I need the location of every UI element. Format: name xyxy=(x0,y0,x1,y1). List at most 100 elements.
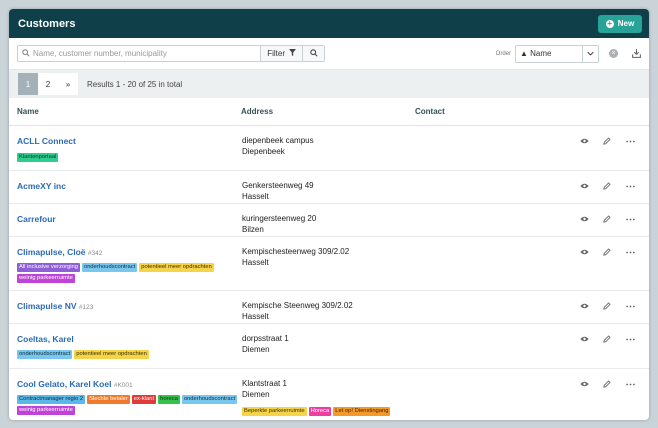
row-actions xyxy=(579,247,635,257)
address-tag-badge: Beperkte parkeerruimte xyxy=(242,407,307,416)
edit-pencil-icon[interactable] xyxy=(602,379,612,389)
more-dots-icon[interactable] xyxy=(625,214,635,224)
tag-badge: potentieel meer opdrachten xyxy=(74,350,149,359)
tag-badge: weinig parkeerruimte xyxy=(17,274,75,283)
customer-name: ACLL Connect xyxy=(17,136,76,146)
customer-name-link[interactable]: Carrefour xyxy=(17,214,56,224)
row-actions xyxy=(579,379,635,389)
customer-address: diepenbeek campus Diepenbeek xyxy=(242,136,314,157)
tag-badge: Slechte betaler xyxy=(87,395,130,404)
table-row: Cool Gelato, Karel Koel #K001 Klantstraat… xyxy=(9,369,649,420)
edit-pencil-icon[interactable] xyxy=(602,136,612,146)
customer-name: Climapulse, Cloë xyxy=(17,247,86,257)
tag-badge: potentieel meer opdrachten xyxy=(139,263,214,272)
column-address: Address xyxy=(241,107,274,116)
order-label: Order xyxy=(495,50,511,57)
customer-name-link[interactable]: ACLL Connect xyxy=(17,136,76,146)
search-icon xyxy=(18,48,33,59)
order-value: ▲ Name xyxy=(520,49,552,58)
address-line: Diemen xyxy=(242,389,270,399)
page-title: Customers xyxy=(18,17,76,30)
tag-badge: Klantenportaal xyxy=(17,153,59,162)
view-eye-icon[interactable] xyxy=(579,214,589,224)
customers-window: Customers + New Filter Order xyxy=(9,9,649,420)
tag-badge: onderhoudscontract xyxy=(17,350,73,359)
more-dots-icon[interactable] xyxy=(625,181,635,191)
table-row: Coeltas, Karel dorpsstraat 1 Diemen onderho… xyxy=(9,324,649,369)
title-bar: Customers + New xyxy=(9,9,649,38)
customer-list: ACLL Connect diepenbeek campus Diepenbeek K… xyxy=(9,126,649,420)
search-icon xyxy=(309,48,318,59)
table-header: Name Address Contact xyxy=(9,98,649,126)
more-dots-icon[interactable] xyxy=(625,301,635,311)
edit-pencil-icon[interactable] xyxy=(602,181,612,191)
view-eye-icon[interactable] xyxy=(579,247,589,257)
customer-tags: onderhoudscontract potentieel meer opdrac… xyxy=(17,350,239,359)
address-line: diepenbeek campus xyxy=(242,136,314,145)
page-2-button[interactable]: 2 xyxy=(38,73,58,95)
customer-tags: All inclusive verzorging onderhoudscontra… xyxy=(17,263,239,283)
search-box: Filter xyxy=(17,45,325,62)
row-actions xyxy=(579,301,635,311)
view-eye-icon[interactable] xyxy=(579,379,589,389)
row-actions xyxy=(579,334,635,344)
edit-pencil-icon[interactable] xyxy=(602,214,612,224)
search-input[interactable] xyxy=(33,49,261,58)
more-dots-icon[interactable] xyxy=(625,334,635,344)
pagination-bar: 1 2 » Results 1 - 20 of 25 in total xyxy=(9,70,649,98)
view-eye-icon[interactable] xyxy=(579,334,589,344)
toolbar: Filter Order ▲ Name × xyxy=(9,38,649,70)
address-line: Diemen xyxy=(242,344,270,354)
chevron-down-icon xyxy=(582,45,598,62)
column-contact: Contact xyxy=(415,107,445,116)
new-button-label: New xyxy=(617,19,635,28)
view-eye-icon[interactable] xyxy=(579,136,589,146)
customer-name-link[interactable]: Coeltas, Karel xyxy=(17,334,74,344)
address-line: Genkersteenweg 49 xyxy=(242,181,314,190)
customer-name: Cool Gelato, Karel Koel xyxy=(17,379,112,389)
plus-circle-icon: + xyxy=(605,18,614,28)
edit-pencil-icon[interactable] xyxy=(602,334,612,344)
customer-number: #342 xyxy=(87,250,103,257)
address-line: Diepenbeek xyxy=(242,146,285,156)
customer-name-link[interactable]: AcmeXY inc xyxy=(17,181,66,191)
customer-name-link[interactable]: Climapulse NV #123 xyxy=(17,301,93,311)
more-dots-icon[interactable] xyxy=(625,247,635,257)
table-row: Carrefour kuringersteenweg 20 Bilzen xyxy=(9,204,649,237)
next-page-button[interactable]: » xyxy=(58,73,78,95)
address-tag-badge: Let op! Dienstingang xyxy=(333,407,391,416)
edit-pencil-icon[interactable] xyxy=(602,301,612,311)
customer-name: Climapulse NV xyxy=(17,301,77,311)
table-row: AcmeXY inc Genkersteenweg 49 Hasselt xyxy=(9,171,649,204)
view-eye-icon[interactable] xyxy=(579,181,589,191)
tag-badge: weinig parkeerruimte xyxy=(17,406,75,415)
order-select[interactable]: ▲ Name xyxy=(515,44,599,63)
address-line: kuringersteenweg 20 xyxy=(242,214,317,223)
more-dots-icon[interactable] xyxy=(625,136,635,146)
clear-icon[interactable]: × xyxy=(609,49,618,58)
table-row: Climapulse NV #123 Kempische Steenweg 309… xyxy=(9,291,649,324)
tag-badge: ex-klant xyxy=(131,395,157,404)
new-customer-button[interactable]: + New xyxy=(598,14,642,33)
row-actions xyxy=(579,136,635,146)
page-1-button[interactable]: 1 xyxy=(18,73,38,95)
tag-badge: horeca xyxy=(158,395,180,404)
search-button[interactable] xyxy=(302,46,324,61)
funnel-icon xyxy=(289,49,296,58)
customer-name-link[interactable]: Climapulse, Cloë #342 xyxy=(17,247,102,257)
tag-badge: onderhoudscontract xyxy=(181,395,238,404)
table-row: Climapulse, Cloë #342 Kempischesteenweg 3… xyxy=(9,237,649,291)
address-line: Klantstraat 1 xyxy=(242,379,287,388)
view-eye-icon[interactable] xyxy=(579,301,589,311)
customer-number: #K001 xyxy=(113,382,133,389)
customer-tags: Klantenportaal xyxy=(17,153,239,162)
edit-pencil-icon[interactable] xyxy=(602,247,612,257)
more-dots-icon[interactable] xyxy=(625,379,635,389)
row-actions xyxy=(579,181,635,191)
download-icon[interactable] xyxy=(631,49,641,59)
filter-button[interactable]: Filter xyxy=(260,46,302,61)
address-line: Bilzen xyxy=(242,224,264,234)
customer-address: dorpsstraat 1 Diemen xyxy=(242,334,289,355)
customer-tags: Contractmanager regio 2 Slechte betaler ex… xyxy=(17,395,239,415)
customer-name-link[interactable]: Cool Gelato, Karel Koel #K001 xyxy=(17,379,133,389)
